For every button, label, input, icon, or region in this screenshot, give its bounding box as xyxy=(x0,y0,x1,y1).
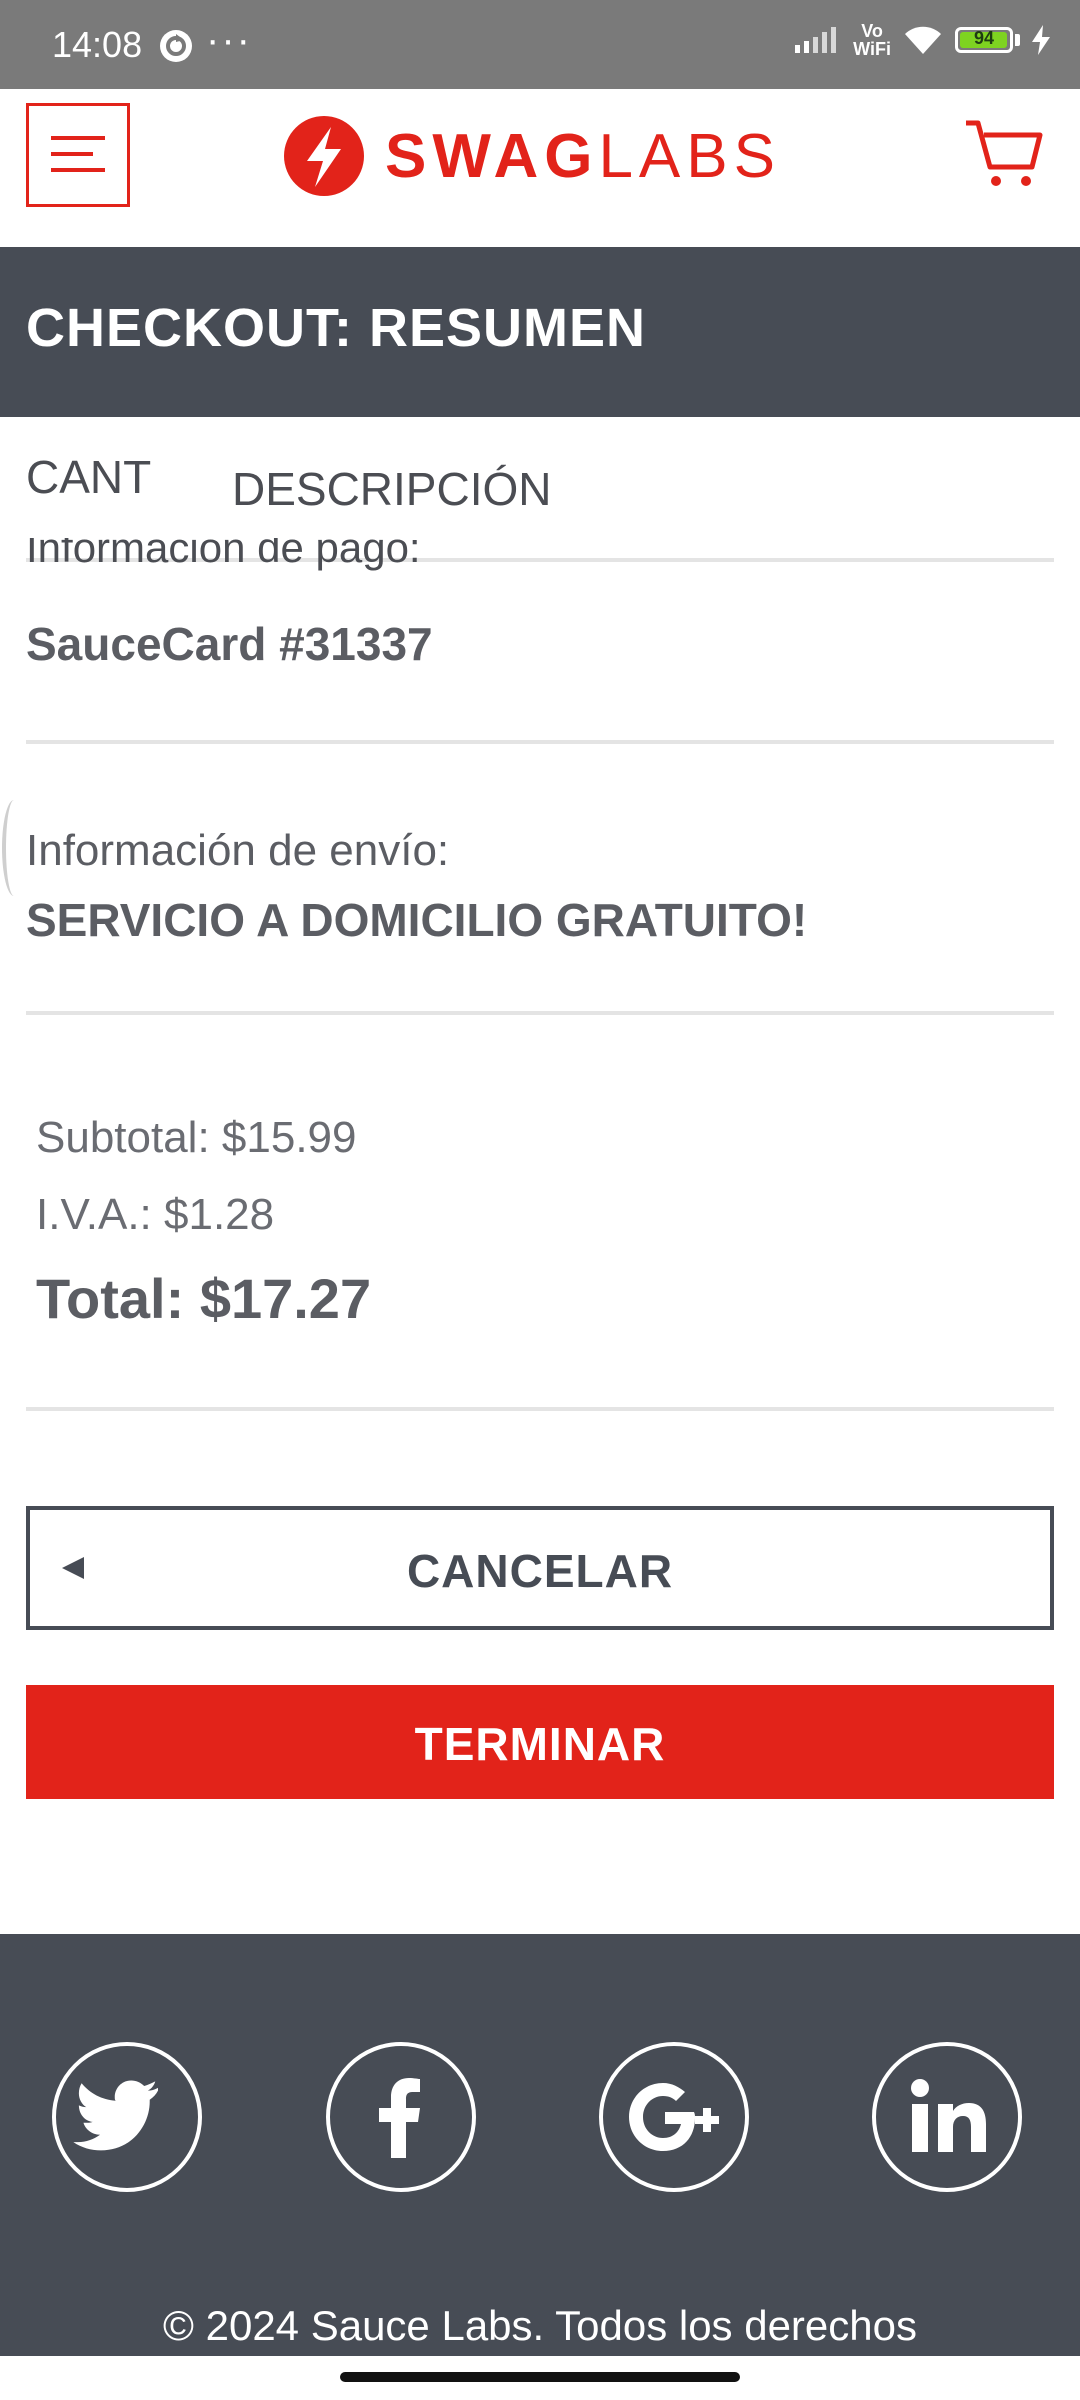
status-indicators: Vo WiFi 94 xyxy=(795,22,1050,58)
charging-icon xyxy=(1032,25,1050,55)
vowifi-bottom: WiFi xyxy=(853,39,891,59)
vowifi-indicator: Vo WiFi xyxy=(853,22,891,58)
tax-label: I.V.A.: $1.28 xyxy=(36,1190,275,1239)
page-title: CHECKOUT: RESUMEN xyxy=(26,298,647,358)
battery-icon: 94 xyxy=(955,27,1013,53)
quantity-column-label: CANT xyxy=(26,451,152,503)
cart-icon xyxy=(966,120,1043,186)
footer: © 2024 Sauce Labs. Todos los derechos xyxy=(0,1934,1080,2400)
finish-button-label: TERMINAR xyxy=(414,1718,666,1770)
brand-name-light: LABS xyxy=(598,121,781,191)
status-bar: 14:08 ··· Vo WiFi 94 xyxy=(0,0,1080,89)
cancel-button-label: CANCELAR xyxy=(406,1545,674,1597)
vowifi-top: Vo xyxy=(861,21,883,41)
app-header: SWAGLABS xyxy=(0,89,1080,247)
menu-icon xyxy=(51,136,105,172)
system-navigation-bar xyxy=(0,2356,1080,2400)
swag-labs-logo: SWAGLABS xyxy=(283,115,781,197)
signal-icon xyxy=(795,27,837,53)
description-column-label: DESCRIPCIÓN xyxy=(232,463,552,515)
brand-name: SWAGLABS xyxy=(385,121,781,192)
copyright-text: © 2024 Sauce Labs. Todos los derechos xyxy=(162,2302,917,2349)
divider xyxy=(26,1407,1054,1411)
scroll-edge-indicator xyxy=(2,800,26,896)
linkedin-icon[interactable] xyxy=(872,2042,1022,2192)
brand-name-bold: SWAG xyxy=(385,121,599,191)
total-label: Total: $17.27 xyxy=(36,1267,372,1330)
wifi-icon xyxy=(905,26,941,54)
payment-info-label: Información de pago: xyxy=(26,538,421,571)
facebook-icon[interactable] xyxy=(326,2042,476,2192)
menu-button[interactable] xyxy=(26,103,130,207)
google-plus-icon[interactable] xyxy=(599,2042,749,2192)
payment-info-label-partial: Información de pago: xyxy=(26,538,1054,602)
subtotal-label: Subtotal: $15.99 xyxy=(36,1113,357,1162)
twitter-icon[interactable] xyxy=(52,2042,202,2192)
finish-button[interactable]: TERMINAR xyxy=(26,1685,1054,1799)
home-gesture-handle[interactable] xyxy=(340,2372,740,2382)
cancel-button[interactable]: CANCELAR xyxy=(26,1506,1054,1630)
payment-info-value: SauceCard #31337 xyxy=(26,618,433,670)
status-time: 14:08 xyxy=(52,24,143,65)
divider xyxy=(26,740,1054,744)
page-title-band: CHECKOUT: RESUMEN xyxy=(0,247,1080,417)
battery-level: 94 xyxy=(973,28,995,48)
divider xyxy=(26,1011,1054,1015)
cart-button[interactable] xyxy=(964,115,1044,195)
shipping-info-label: Información de envío: xyxy=(26,826,450,875)
shipping-info-value: SERVICIO A DOMICILIO GRATUITO! xyxy=(26,894,808,946)
sync-icon xyxy=(160,30,192,62)
more-notifications-icon: ··· xyxy=(206,18,252,62)
lightning-logo-icon xyxy=(284,116,364,196)
